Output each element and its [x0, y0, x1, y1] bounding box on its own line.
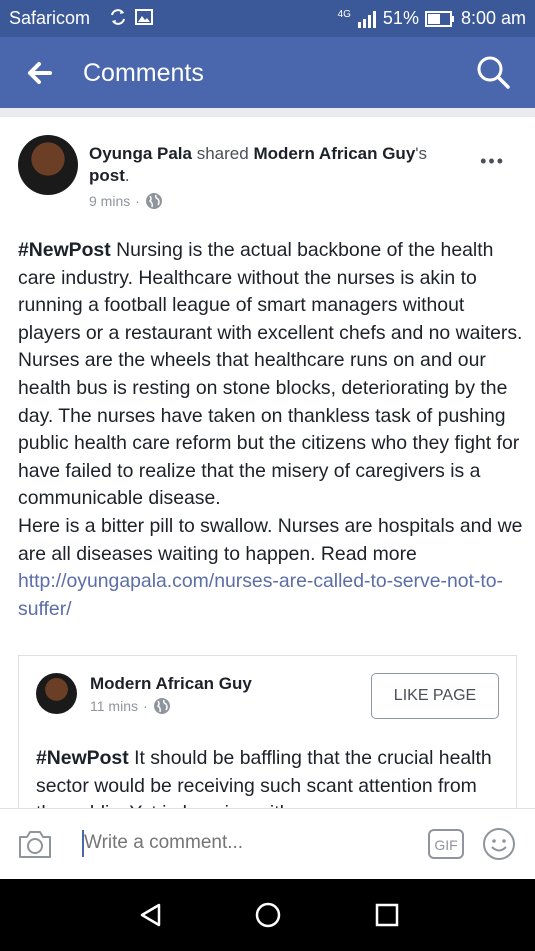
gallery-icon	[135, 9, 153, 25]
post-link[interactable]: post	[89, 166, 125, 185]
network-type: 4G	[337, 8, 351, 20]
like-page-button[interactable]: LIKE PAGE	[371, 673, 499, 719]
shared-post-card[interactable]: Modern African Guy 11 mins · LIKE PAGE #…	[18, 655, 517, 808]
system-nav-bar	[0, 879, 535, 951]
possessive-text: 's	[415, 144, 428, 163]
gif-label: GIF	[434, 837, 457, 853]
search-icon[interactable]	[475, 54, 511, 90]
comments-content[interactable]: Oyunga Pala shared Modern African Guy's …	[0, 108, 535, 808]
shared-post-meta: 11 mins ·	[90, 697, 171, 715]
globe-icon	[145, 193, 162, 209]
post-card: Oyunga Pala shared Modern African Guy's …	[0, 117, 535, 808]
nav-recents-icon[interactable]	[374, 902, 400, 928]
post-text: Nursing is the actual backbone of the he…	[18, 239, 523, 510]
app-bar: Comments	[0, 37, 535, 108]
status-bar: Safaricom 4G 51% 8:00 am	[0, 0, 535, 37]
period: .	[124, 166, 130, 185]
camera-icon[interactable]	[18, 829, 52, 859]
hashtag[interactable]: #NewPost	[18, 239, 111, 261]
post-body: #NewPost Nursing is the actual backbone …	[18, 237, 523, 623]
carrier-name: Safaricom	[9, 8, 91, 28]
post-text-2: Here is a bitter pill to swallow. Nurses…	[18, 514, 523, 565]
shared-hashtag[interactable]: #NewPost	[36, 747, 129, 769]
comment-input[interactable]	[84, 832, 384, 854]
shared-author-avatar[interactable]	[36, 673, 77, 714]
comment-composer: GIF	[0, 808, 535, 880]
shared-author-name[interactable]: Modern African Guy	[90, 674, 252, 694]
battery-percent: 51%	[382, 8, 419, 28]
shared-post-time[interactable]: 11 mins	[90, 698, 138, 714]
globe-icon	[153, 698, 170, 714]
shared-text: shared	[196, 144, 249, 163]
signal-icon	[357, 10, 376, 28]
author-name[interactable]: Oyunga Pala	[89, 144, 192, 163]
post-time[interactable]: 9 mins	[89, 193, 130, 209]
status-notification-icons	[108, 7, 154, 27]
battery-icon	[424, 10, 454, 27]
sync-icon	[111, 9, 125, 25]
more-options-button[interactable]: •••	[480, 151, 505, 172]
original-author-name[interactable]: Modern African Guy	[253, 144, 415, 163]
meta-separator: ·	[135, 193, 140, 209]
back-arrow-icon[interactable]	[26, 59, 54, 87]
nav-home-icon[interactable]	[255, 902, 281, 928]
gif-icon[interactable]: GIF	[428, 829, 464, 859]
author-avatar[interactable]	[18, 135, 78, 195]
shared-meta-separator: ·	[142, 698, 148, 714]
status-right: 4G 51% 8:00 am	[338, 8, 526, 29]
emoji-icon[interactable]	[482, 827, 516, 861]
page-title: Comments	[83, 59, 204, 87]
post-link-url[interactable]: http://oyungapala.com/nurses-are-called-…	[18, 570, 503, 620]
post-header: Oyunga Pala shared Modern African Guy's …	[89, 143, 459, 187]
clock: 8:00 am	[460, 8, 526, 28]
nav-back-icon[interactable]	[138, 902, 164, 928]
shared-post-body: #NewPost It should be baffling that the …	[36, 745, 506, 808]
post-meta: 9 mins ·	[89, 192, 163, 210]
